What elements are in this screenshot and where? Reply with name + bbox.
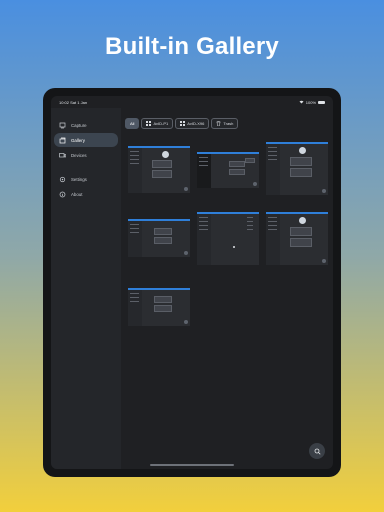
- thumbnail-panel: [290, 168, 312, 177]
- thumbnail-panel: [154, 296, 172, 303]
- gallery-thumbnail[interactable]: [197, 212, 259, 265]
- grid-icon: [146, 121, 152, 126]
- sidebar-item-gallery[interactable]: Gallery: [54, 133, 118, 147]
- filter-chip-avid-x96[interactable]: AvID-X96: [175, 118, 210, 129]
- thumbnail-menu: [199, 157, 208, 169]
- filter-chip-label: AvID-P1: [153, 121, 169, 126]
- search-icon: [314, 442, 321, 460]
- filter-chip-label: Trash: [223, 121, 234, 126]
- thumbnail-panel: [154, 228, 172, 235]
- status-bar: 10:02 Sat 1 Jan 100%: [51, 96, 333, 108]
- thumbnail-avatar: [299, 147, 306, 154]
- filter-chip-avid-p1[interactable]: AvID-P1: [141, 118, 174, 129]
- thumbnail-menu: [130, 224, 139, 236]
- gallery-icon: [59, 137, 66, 144]
- capture-icon: [59, 122, 66, 129]
- battery-icon: [318, 100, 325, 104]
- status-time: 10:02: [59, 99, 70, 105]
- thumbnail-fab: [322, 189, 326, 193]
- sidebar: Capture Gallery Devices Settings About: [51, 108, 121, 469]
- thumbnail-panel: [245, 158, 255, 163]
- sidebar-item-label: Settings: [71, 176, 87, 182]
- tablet-device: 10:02 Sat 1 Jan 100% Capture Gallery Dev…: [43, 88, 341, 477]
- gallery-thumbnail[interactable]: [128, 219, 190, 257]
- filter-chip-all[interactable]: All: [125, 118, 140, 129]
- search-fab[interactable]: [309, 443, 325, 459]
- thumbnail-fab: [184, 187, 188, 191]
- thumbnail-menu: [130, 293, 139, 305]
- filter-chip-label: AvID-X96: [187, 121, 205, 126]
- thumbnail-avatar: [162, 151, 169, 158]
- sidebar-item-devices[interactable]: Devices: [54, 148, 118, 162]
- gallery-thumbnail[interactable]: [266, 212, 328, 265]
- thumbnail-panel: [154, 305, 172, 312]
- thumbnail-fab: [253, 182, 257, 186]
- sidebar-item-label: Gallery: [71, 137, 85, 143]
- thumbnail-menu: [199, 217, 208, 233]
- thumbnail-panel: [290, 227, 312, 236]
- wifi-icon: [299, 100, 304, 105]
- thumbnail-panel: [290, 238, 312, 247]
- thumbnail-panel: [152, 160, 172, 168]
- sidebar-item-capture[interactable]: Capture: [54, 118, 118, 132]
- thumbnail-fab: [322, 259, 326, 263]
- thumbnail-menu: [268, 217, 277, 233]
- thumbnail-panel: [229, 161, 245, 167]
- sidebar-item-about[interactable]: About: [54, 187, 118, 201]
- thumbnail-avatar: [299, 217, 306, 224]
- thumbnail-menu: [247, 217, 254, 233]
- settings-icon: [59, 176, 66, 183]
- headline: Built-in Gallery: [105, 33, 279, 60]
- devices-icon: [59, 152, 67, 159]
- gallery-thumbnail[interactable]: [128, 288, 190, 326]
- sidebar-item-label: Devices: [71, 152, 87, 158]
- sidebar-item-label: Capture: [71, 122, 87, 128]
- gallery-thumbnail[interactable]: [197, 152, 259, 188]
- battery-percent: 100%: [305, 99, 316, 105]
- gallery-thumbnail[interactable]: [128, 146, 190, 193]
- filter-chip-label: All: [130, 121, 135, 126]
- info-icon: [59, 191, 66, 198]
- status-date: Sat 1 Jan: [70, 99, 88, 105]
- thumbnail-panel: [290, 157, 312, 166]
- filter-bar: All AvID-P1 AvID-X96 Trash: [125, 118, 239, 129]
- grid-icon: [180, 121, 186, 126]
- thumbnail-menu: [268, 147, 277, 163]
- home-indicator: [150, 464, 234, 466]
- sidebar-divider: [51, 163, 121, 172]
- thumbnail-panel: [152, 170, 172, 178]
- thumbnail-panel: [229, 169, 245, 175]
- filter-chip-trash[interactable]: Trash: [211, 118, 239, 129]
- app-screen: 10:02 Sat 1 Jan 100% Capture Gallery Dev…: [51, 96, 333, 469]
- gallery-thumbnail[interactable]: [266, 142, 328, 195]
- thumbnail-panel: [154, 237, 172, 244]
- sidebar-item-settings[interactable]: Settings: [54, 172, 118, 186]
- thumbnail-fab: [184, 320, 188, 324]
- trash-icon: [216, 121, 221, 127]
- thumbnail-menu: [130, 151, 139, 167]
- gallery-main: All AvID-P1 AvID-X96 Trash: [121, 108, 333, 469]
- thumbnail-dot: [233, 246, 235, 248]
- thumbnail-fab: [184, 251, 188, 255]
- sidebar-item-label: About: [71, 191, 83, 197]
